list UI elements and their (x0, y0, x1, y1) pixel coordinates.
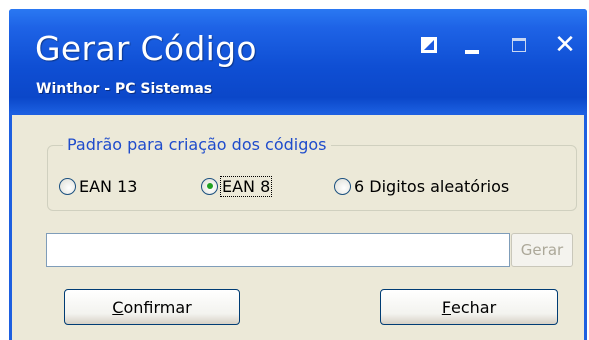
radio-button-icon (59, 177, 76, 195)
maximize-icon (512, 38, 526, 52)
window-title: Gerar Código (35, 29, 257, 68)
restore-icon (421, 37, 437, 53)
window-subtitle: Winthor - PC Sistemas (36, 81, 213, 97)
radio-6-digits[interactable]: 6 Digitos aleatórios (334, 174, 509, 198)
radio-label-6-digits: 6 Digitos aleatórios (354, 176, 510, 196)
confirm-mnemonic: C (112, 297, 124, 317)
confirm-label: onfirmar (123, 297, 192, 317)
minimize-icon (465, 50, 479, 54)
dialog-window: Gerar Código Winthor - PC Sistemas ✕ Pad… (9, 9, 587, 340)
radio-ean13[interactable]: EAN 13 (59, 174, 137, 198)
radio-ean8[interactable]: EAN 8 (201, 174, 273, 198)
close-mnemonic: F (441, 297, 452, 317)
radio-button-checked-icon (201, 177, 218, 195)
group-legend: Padrão para criação dos códigos (63, 135, 331, 154)
close-label: echar (451, 297, 497, 317)
radio-label-ean13: EAN 13 (79, 176, 138, 196)
minimize-button[interactable] (459, 32, 485, 58)
close-icon: ✕ (554, 30, 576, 60)
confirm-button[interactable]: Confirmar (64, 289, 240, 325)
restore-button[interactable] (416, 32, 442, 58)
gerar-button[interactable]: Gerar (511, 233, 573, 267)
radio-button-icon (334, 177, 351, 195)
close-window-button[interactable]: ✕ (552, 32, 578, 58)
code-input[interactable] (46, 233, 510, 267)
maximize-button[interactable] (506, 32, 532, 58)
dialog-body: Padrão para criação dos códigos EAN 13 E… (12, 115, 584, 340)
title-bar[interactable]: Gerar Código Winthor - PC Sistemas ✕ (9, 9, 587, 113)
radio-label-ean8: EAN 8 (219, 175, 273, 197)
close-button[interactable]: Fechar (380, 289, 558, 325)
